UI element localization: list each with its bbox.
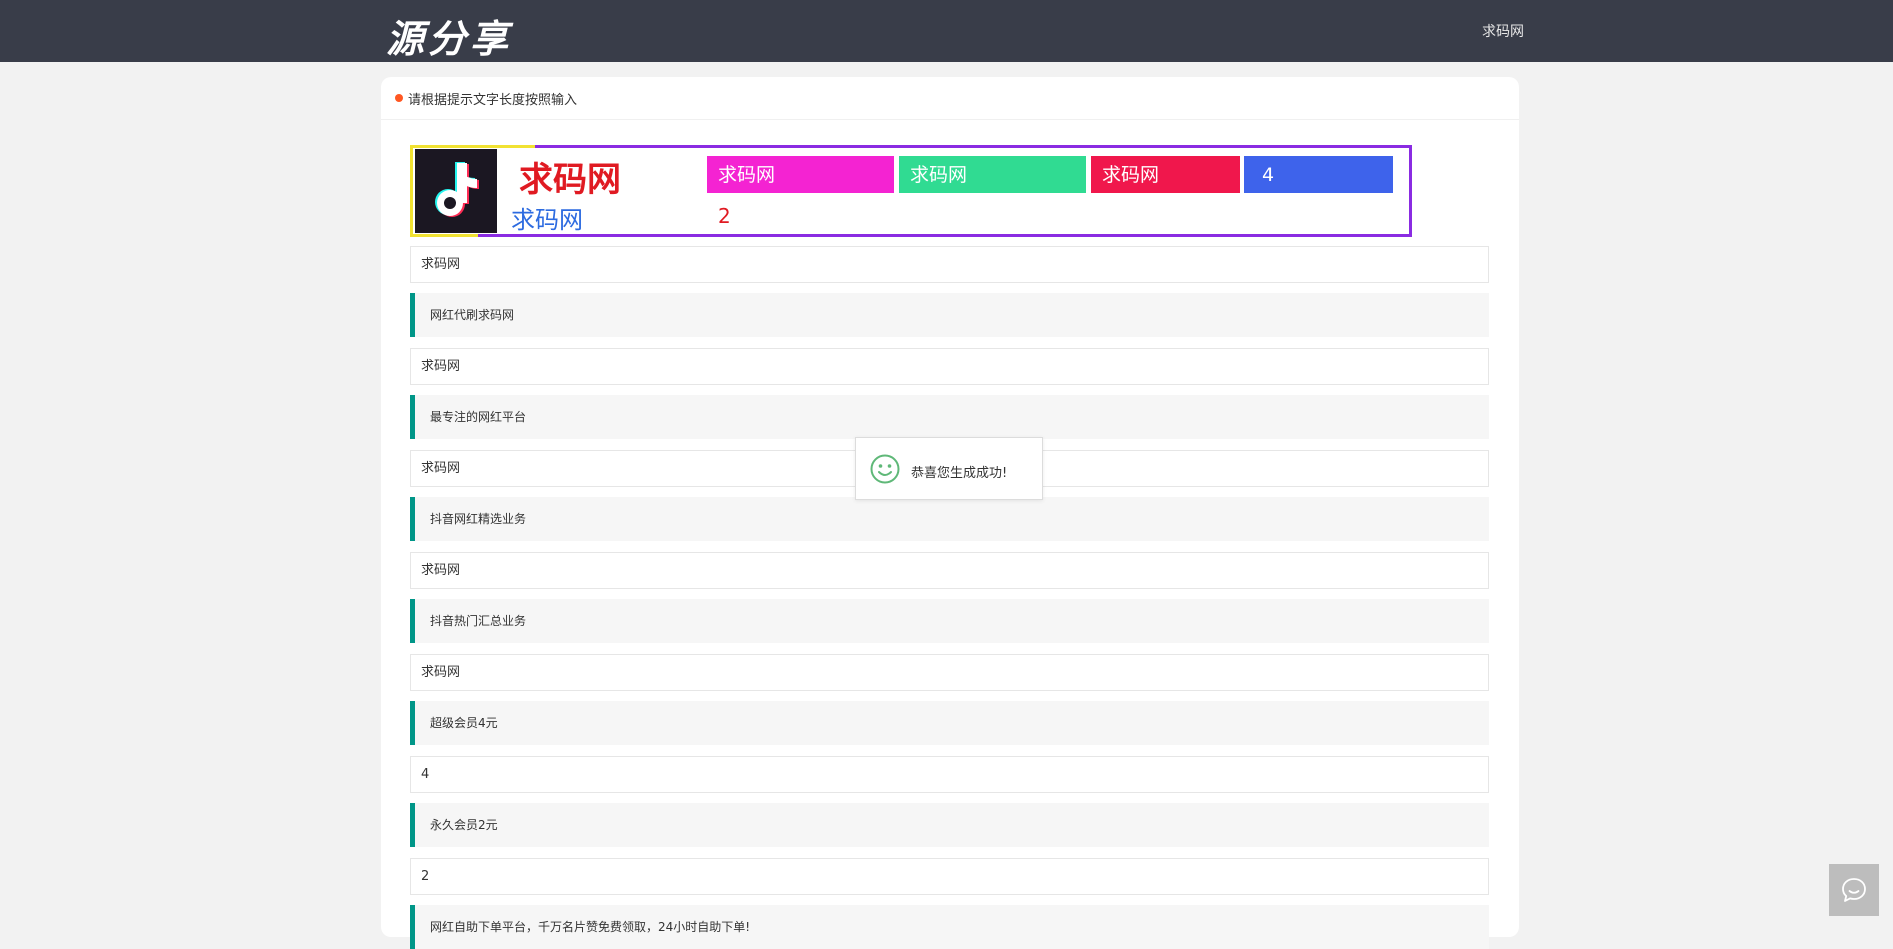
text-input-1[interactable]: 求码网 bbox=[410, 246, 1489, 283]
site-logo[interactable]: 源分享 bbox=[386, 8, 512, 63]
text-input-7[interactable]: 2 bbox=[410, 858, 1489, 895]
card-header: 请根据提示文字长度按照输入 bbox=[381, 77, 1519, 120]
hint-7: 网红自助下单平台，千万名片赞免费领取，24小时自助下单! bbox=[410, 905, 1489, 949]
smile-icon bbox=[870, 454, 900, 488]
banner-subtitle: 求码网 bbox=[511, 206, 583, 234]
banner-title: 求码网 bbox=[519, 160, 621, 200]
top-navbar: 源分享 求码网 bbox=[0, 0, 1893, 62]
banner-box-4: 4 bbox=[1244, 156, 1393, 193]
tiktok-icon bbox=[415, 149, 497, 233]
hint-3: 抖音网红精选业务 bbox=[410, 497, 1489, 541]
text-input-2[interactable]: 求码网 bbox=[410, 348, 1489, 385]
orange-dot-icon bbox=[395, 94, 403, 102]
hint-4: 抖音热门汇总业务 bbox=[410, 599, 1489, 643]
hint-1: 网红代刷求码网 bbox=[410, 293, 1489, 337]
hint-6: 永久会员2元 bbox=[410, 803, 1489, 847]
card-title: 请根据提示文字长度按照输入 bbox=[408, 92, 578, 108]
banner-box-3: 求码网 bbox=[1091, 156, 1240, 193]
text-input-6[interactable]: 4 bbox=[410, 756, 1489, 793]
text-input-4[interactable]: 求码网 bbox=[410, 552, 1489, 589]
banner-number: 2 bbox=[718, 204, 731, 228]
generated-banner: 求码网 求码网 2 求码网 求码网 求码网 4 bbox=[410, 145, 1412, 237]
generator-card: 请根据提示文字长度按照输入 求码网 求码网 2 求码网 求码网 求码网 4 求码… bbox=[381, 77, 1519, 949]
banner-box-1: 求码网 bbox=[707, 156, 894, 193]
nav-link-qiumawang[interactable]: 求码网 bbox=[1482, 21, 1524, 41]
success-toast: 恭喜您生成成功! bbox=[855, 437, 1043, 500]
banner-box-2: 求码网 bbox=[899, 156, 1086, 193]
hint-5: 超级会员4元 bbox=[410, 701, 1489, 745]
banner-accent-top bbox=[410, 145, 535, 148]
text-input-5[interactable]: 求码网 bbox=[410, 654, 1489, 691]
banner-accent-bottom bbox=[410, 234, 478, 237]
toast-message: 恭喜您生成成功! bbox=[911, 466, 1008, 481]
hint-2: 最专注的网红平台 bbox=[410, 395, 1489, 439]
customer-service-button[interactable] bbox=[1829, 864, 1879, 916]
